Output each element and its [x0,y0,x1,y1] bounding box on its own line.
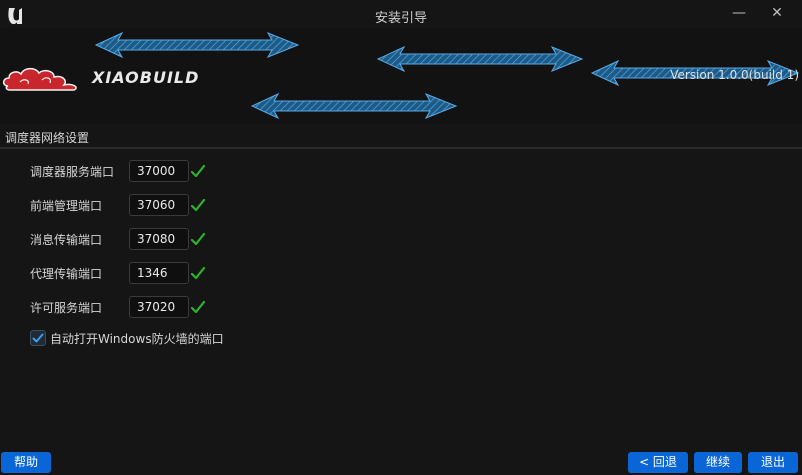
port-input-frontend-management[interactable] [129,194,189,216]
port-row-message-transfer: 消息传输端口 [0,228,400,252]
port-label: 消息传输端口 [30,233,103,247]
valid-check-icon [190,300,206,314]
section-divider [0,147,802,149]
decorative-arrow-icon [376,45,584,73]
minimize-button[interactable]: — [728,4,750,22]
close-button[interactable]: ✕ [766,4,788,22]
port-row-license-service: 许可服务端口 [0,296,400,320]
port-row-proxy-transfer: 代理传输端口 [0,262,400,286]
port-row-frontend-management: 前端管理端口 [0,194,400,218]
help-button[interactable]: 帮助 [1,452,51,473]
valid-check-icon [190,164,206,178]
firewall-checkbox[interactable] [30,330,46,346]
next-button[interactable]: 继续 [694,452,742,473]
port-row-scheduler-service: 调度器服务端口 [0,160,400,184]
firewall-checkbox-row[interactable]: 自动打开Windows防火墙的端口 [30,329,290,347]
port-input-license-service[interactable] [129,296,189,318]
port-label: 前端管理端口 [30,199,103,213]
decorative-arrow-icon [94,31,300,59]
port-label: 调度器服务端口 [30,165,115,179]
port-input-scheduler-service[interactable] [129,160,189,182]
decorative-arrow-icon [250,92,458,120]
port-label: 代理传输端口 [30,267,103,281]
valid-check-icon [190,266,206,280]
port-input-message-transfer[interactable] [129,228,189,250]
red-cloud-logo-icon [2,67,77,91]
port-input-proxy-transfer[interactable] [129,262,189,284]
exit-button[interactable]: 退出 [748,452,798,473]
installer-window: 安装引导 — ✕ XIAOBUILD Version 1.0.0(build 1… [0,0,802,475]
banner: XIAOBUILD Version 1.0.0(build 1) [0,28,802,124]
window-title: 安装引导 [374,11,427,26]
valid-check-icon [190,232,206,246]
checkmark-icon [32,333,44,343]
firewall-checkbox-label: 自动打开Windows防火墙的端口 [50,332,224,346]
brand-name: XIAOBUILD [92,68,200,87]
section-title: 调度器网络设置 [5,131,90,145]
version-label: Version 1.0.0(build 1) [670,68,799,82]
back-button[interactable]: < 回退 [628,452,688,473]
valid-check-icon [190,198,206,212]
port-label: 许可服务端口 [30,301,103,315]
